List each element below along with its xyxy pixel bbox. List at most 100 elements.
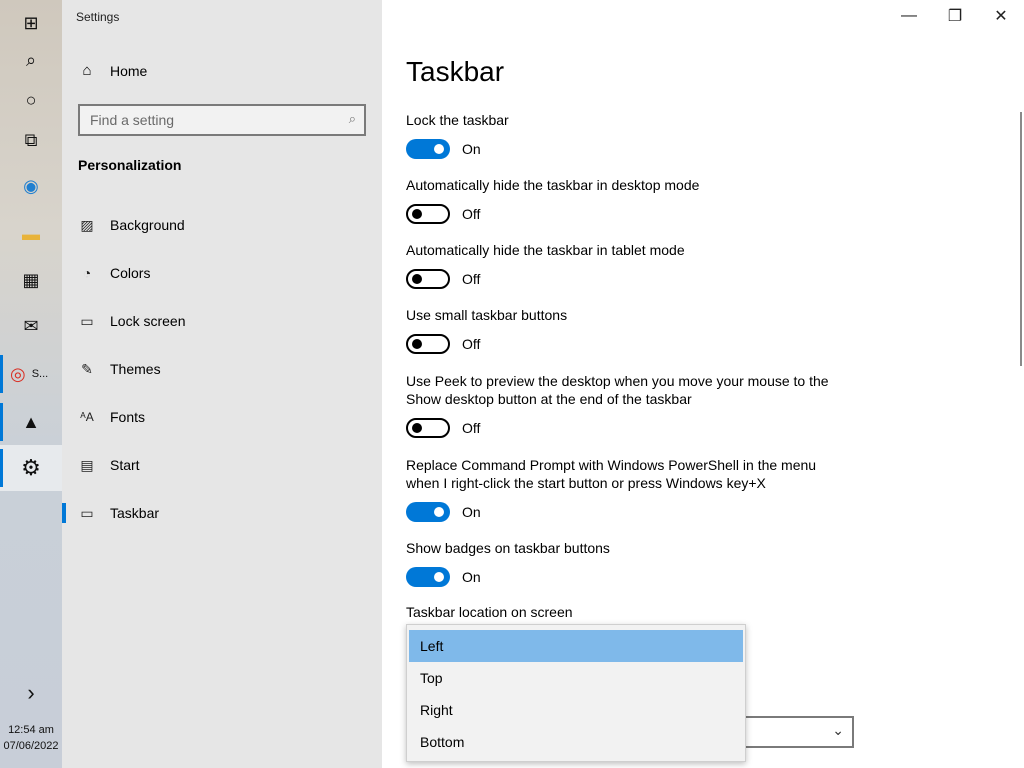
taskbar-location-dropdown: Left Top Right Bottom xyxy=(406,624,746,762)
search-input[interactable]: Find a setting ⌕ xyxy=(78,104,366,136)
clock-date: 07/06/2022 xyxy=(3,740,59,752)
autohide-tablet-toggle[interactable] xyxy=(406,269,450,289)
dropdown-option-bottom[interactable]: Bottom xyxy=(409,726,743,758)
setting-lock-taskbar: Lock the taskbar On xyxy=(406,111,836,159)
nav-item-taskbar[interactable]: ▭ Taskbar xyxy=(62,493,382,533)
setting-label: Replace Command Prompt with Windows Powe… xyxy=(406,456,836,492)
minimize-button[interactable]: — xyxy=(886,0,932,32)
toggle-state: Off xyxy=(462,271,481,287)
setting-powershell: Replace Command Prompt with Windows Powe… xyxy=(406,456,836,522)
show-more-chevron-icon[interactable]: › xyxy=(0,670,62,716)
chrome-logo-icon: ◎ xyxy=(10,364,26,384)
toggle-state: Off xyxy=(462,336,481,352)
search-icon: ⌕ xyxy=(348,111,356,126)
dropdown-option-right[interactable]: Right xyxy=(409,694,743,726)
section-title: Personalization xyxy=(78,157,182,173)
window-controls: — ❐ ✕ xyxy=(886,0,1024,32)
setting-badges: Show badges on taskbar buttons On xyxy=(406,539,836,587)
windows-taskbar: ⊞ ⌕ ○ ⧉ ◉ ▬ ▦ ✉ ◎ S... ▲ ⚙ › 12:54 am 07… xyxy=(0,0,62,768)
photos-image-icon: ▲ xyxy=(22,412,40,432)
setting-label: Lock the taskbar xyxy=(406,112,509,128)
task-view-glyph-icon: ⧉ xyxy=(24,130,38,150)
mail-icon[interactable]: ✉ xyxy=(0,303,62,349)
search-icon-glyph: ⌕ xyxy=(25,50,37,70)
fonts-icon: ᴬA xyxy=(80,410,94,424)
toggle-knob xyxy=(434,507,444,517)
setting-autohide-desktop: Automatically hide the taskbar in deskto… xyxy=(406,176,836,224)
lock-screen-icon: ▭ xyxy=(80,312,94,329)
setting-label-line: Show desktop button at the end of the ta… xyxy=(406,391,692,407)
gear-icon: ⚙ xyxy=(21,455,41,480)
settings-gear-icon[interactable]: ⚙ xyxy=(0,445,62,491)
nav-item-label: Start xyxy=(110,457,140,473)
edge-logo-icon: ◉ xyxy=(23,176,39,196)
nav-item-label: Themes xyxy=(110,361,161,377)
clock-time: 12:54 am xyxy=(8,724,54,736)
start-icon: ▤ xyxy=(80,456,94,473)
home-nav-item[interactable]: ⌂ Home xyxy=(78,62,147,79)
nav-item-label: Lock screen xyxy=(110,313,186,329)
dropdown-option-left[interactable]: Left xyxy=(409,630,743,662)
toggle-knob xyxy=(434,144,444,154)
settings-content-pane: — ❐ ✕ Taskbar Lock the taskbar On Automa… xyxy=(382,0,1024,768)
toggle-state: On xyxy=(462,504,481,520)
powershell-toggle[interactable] xyxy=(406,502,450,522)
page-title: Taskbar xyxy=(406,56,505,87)
setting-label-line: when I right-click the start button or p… xyxy=(406,475,766,491)
system-clock[interactable]: 12:54 am 07/06/2022 xyxy=(0,722,62,754)
toggle-knob xyxy=(434,572,444,582)
edge-icon[interactable]: ◉ xyxy=(0,163,62,209)
restore-button[interactable]: ❐ xyxy=(932,0,978,32)
close-button[interactable]: ✕ xyxy=(978,0,1024,32)
scrollbar[interactable] xyxy=(1020,112,1022,366)
store-icon[interactable]: ▦ xyxy=(0,257,62,303)
setting-peek: Use Peek to preview the desktop when you… xyxy=(406,372,836,438)
minimize-icon: — xyxy=(901,7,917,24)
nav-item-label: Colors xyxy=(110,265,151,281)
toggle-knob xyxy=(412,274,422,284)
setting-label: Show badges on taskbar buttons xyxy=(406,540,610,556)
toggle-knob xyxy=(412,339,422,349)
chrome-window-label: S... xyxy=(31,368,49,380)
nav-item-label: Fonts xyxy=(110,409,146,425)
small-buttons-toggle[interactable] xyxy=(406,334,450,354)
background-icon: ▨ xyxy=(80,216,94,233)
search-placeholder: Find a setting xyxy=(90,112,175,128)
home-icon: ⌂ xyxy=(82,62,92,79)
photos-icon[interactable]: ▲ xyxy=(0,399,62,445)
nav-item-start[interactable]: ▤ Start xyxy=(62,445,382,485)
palette-icon: ◔ xyxy=(82,265,92,281)
task-view-icon[interactable]: ⧉ xyxy=(0,117,62,163)
setting-label: Use Peek to preview the desktop when you… xyxy=(406,372,836,408)
settings-nav-pane: Settings ⌂ Home Find a setting ⌕ Persona… xyxy=(62,0,382,768)
themes-icon: ✎ xyxy=(81,360,93,377)
autohide-desktop-toggle[interactable] xyxy=(406,204,450,224)
restore-icon: ❐ xyxy=(947,8,963,25)
nav-item-colors[interactable]: ◔ Colors xyxy=(62,253,382,293)
setting-label: Automatically hide the taskbar in deskto… xyxy=(406,177,700,193)
file-explorer-icon[interactable]: ▬ xyxy=(0,211,62,257)
chevron-down-icon: ⌄ xyxy=(832,722,844,738)
lock-taskbar-toggle[interactable] xyxy=(406,139,450,159)
nav-item-themes[interactable]: ✎ Themes xyxy=(62,349,382,389)
setting-label: Use small taskbar buttons xyxy=(406,307,568,323)
nav-item-fonts[interactable]: ᴬA Fonts xyxy=(62,397,382,437)
app-title: Settings xyxy=(76,10,120,24)
chrome-icon[interactable]: ◎ S... xyxy=(0,351,62,397)
chevron-right-icon: › xyxy=(27,680,35,705)
setting-label-line: Replace Command Prompt with Windows Powe… xyxy=(406,457,817,473)
setting-label-line: Use Peek to preview the desktop when you… xyxy=(406,373,829,389)
windows-logo-icon: ⊞ xyxy=(23,13,39,33)
badges-toggle[interactable] xyxy=(406,567,450,587)
setting-autohide-tablet: Automatically hide the taskbar in tablet… xyxy=(406,241,836,289)
taskbar-location-label: Taskbar location on screen xyxy=(406,604,573,620)
peek-toggle[interactable] xyxy=(406,418,450,438)
toggle-state: On xyxy=(462,141,481,157)
nav-item-lock-screen[interactable]: ▭ Lock screen xyxy=(62,301,382,341)
toggle-knob xyxy=(412,209,422,219)
toggle-state: On xyxy=(462,569,481,585)
dropdown-option-top[interactable]: Top xyxy=(409,662,743,694)
setting-label: Automatically hide the taskbar in tablet… xyxy=(406,242,685,258)
nav-item-background[interactable]: ▨ Background xyxy=(62,205,382,245)
home-label: Home xyxy=(110,62,148,79)
